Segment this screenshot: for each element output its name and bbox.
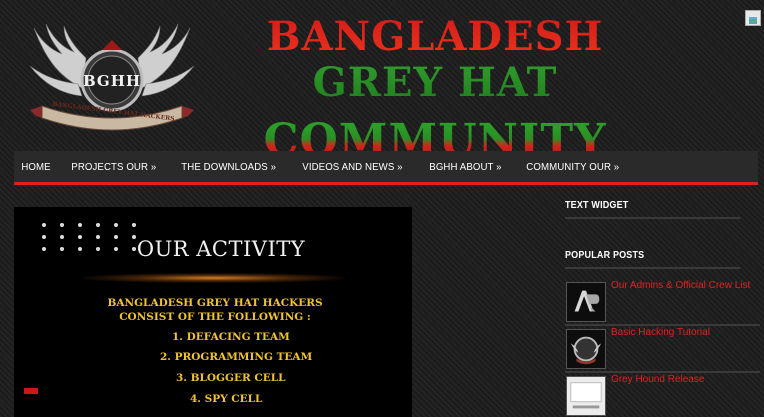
nav-item-home[interactable]: HOME xyxy=(14,161,59,173)
nav-item-projects[interactable]: PROJECTS OUR » xyxy=(63,161,165,173)
popular-post-item[interactable]: Basic Hacking Tutorial xyxy=(565,327,760,373)
site-title-line1: Bangladesh Grey Hat xyxy=(205,14,665,106)
logo-text: BGHH xyxy=(82,72,142,90)
broken-image-icon xyxy=(745,10,761,26)
main-nav: HOME PROJECTS OUR » THE DOWNLOADS » VIDE… xyxy=(14,151,758,185)
team-item: 2. PROGRAMMING TEAM xyxy=(160,351,313,363)
popular-post-link[interactable]: Grey Hound Release xyxy=(611,374,704,385)
popular-post-link[interactable]: Our Admins & Official Crew List xyxy=(611,280,750,291)
activity-banner: Our Activity BANGLADESH GREY HAT HACKERS… xyxy=(14,207,412,417)
popular-posts-title: POPULAR POSTS xyxy=(565,250,741,269)
title-glow-divider xyxy=(84,273,344,283)
team-item: 3. BLOGGER CELL xyxy=(176,372,286,384)
ar-logo-icon[interactable] xyxy=(566,282,606,322)
popular-post-item[interactable]: Our Admins & Official Crew List xyxy=(565,280,760,326)
site-logo[interactable]: BGHH BANGLADESH GREY HAT HACKERS xyxy=(22,18,202,133)
nav-item-videos-news[interactable]: VIDEOS AND NEWS » xyxy=(294,161,411,173)
nav-item-downloads[interactable]: THE DOWNLOADS » xyxy=(173,161,284,173)
site-title[interactable]: Bangladesh Grey Hat Community xyxy=(205,14,665,166)
site-header: BGHH BANGLADESH GREY HAT HACKERS Banglad… xyxy=(0,0,764,166)
popular-post-item[interactable]: Grey Hound Release xyxy=(565,374,760,417)
slider-indicator[interactable] xyxy=(24,388,38,394)
nav-item-community[interactable]: COMMUNITY OUR » xyxy=(518,161,628,173)
screenshot-icon[interactable] xyxy=(566,376,606,416)
emblem-icon[interactable] xyxy=(566,329,606,369)
activity-intro: BANGLADESH GREY HAT HACKERS CONSIST OF T… xyxy=(107,297,323,323)
team-item: 4. SPY CELL xyxy=(190,393,263,405)
popular-post-link[interactable]: Basic Hacking Tutorial xyxy=(611,327,710,338)
nav-item-about[interactable]: BGHH ABOUT » xyxy=(421,161,510,173)
sidebar: TEXT WIDGET POPULAR POSTS Our Admins & O… xyxy=(565,200,760,416)
team-item: 1. DEFACING TEAM xyxy=(172,331,290,343)
text-widget-title: TEXT WIDGET xyxy=(565,200,741,219)
activity-title: Our Activity xyxy=(136,237,306,261)
